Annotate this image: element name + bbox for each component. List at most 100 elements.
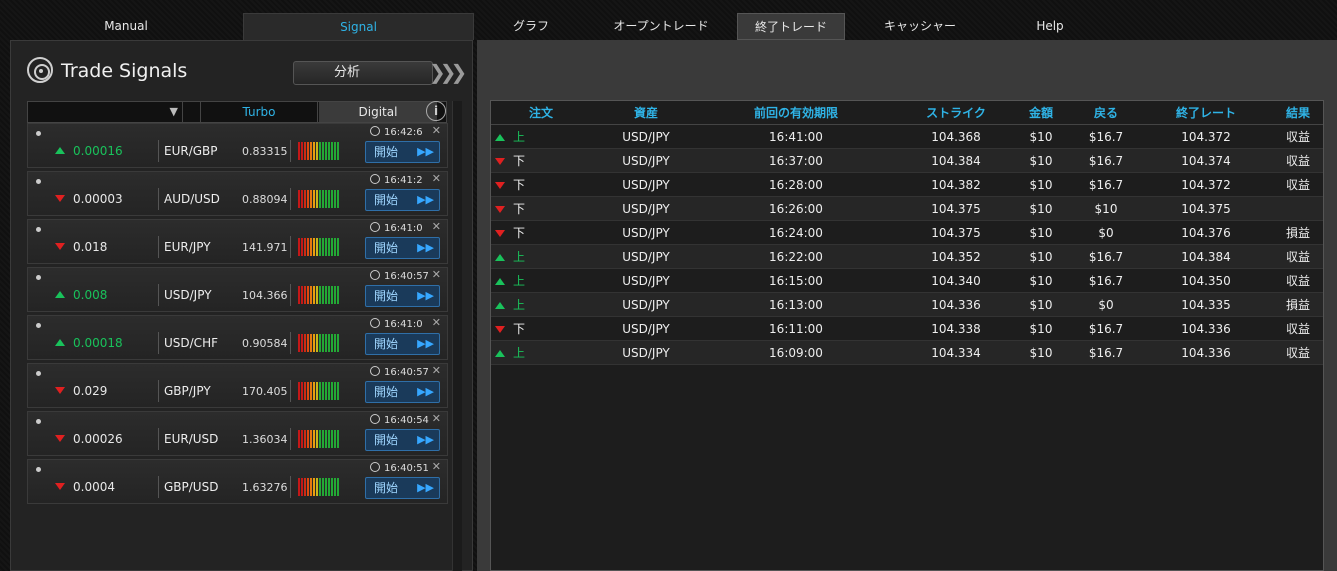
amount-cell: $10	[1029, 346, 1053, 360]
order-cell: 上	[491, 341, 551, 365]
signal-card[interactable]: 16:40:51 ✕ 0.0004 GBP/USD 1.63276 開始 ▶▶	[27, 459, 448, 504]
table-row[interactable]: 上 USD/JPY 16:22:00 104.352 $10 $16.7 104…	[491, 245, 1323, 269]
signal-value: 0.00003	[73, 192, 123, 206]
signal-value: 0.008	[73, 288, 108, 302]
order-direction: 下	[513, 202, 526, 216]
signal-price: 0.83315	[242, 145, 288, 158]
divider	[158, 332, 159, 354]
signal-time: 16:40:54	[370, 414, 429, 426]
trade-signals-panel: Trade Signals 分析 ❯❯❯ ▼ Turbo Digital i 1…	[10, 40, 473, 571]
table-row[interactable]: 上 USD/JPY 16:09:00 104.334 $10 $16.7 104…	[491, 341, 1323, 365]
asset-cell: USD/JPY	[622, 226, 670, 240]
signal-card[interactable]: 16:41:2 ✕ 0.00003 AUD/USD 0.88094 開始 ▶▶	[27, 171, 448, 216]
divider	[158, 140, 159, 162]
start-button[interactable]: 開始 ▶▶	[365, 141, 440, 163]
arrow-up-icon	[55, 339, 65, 346]
info-icon[interactable]: i	[426, 101, 446, 121]
signal-price: 170.405	[242, 385, 288, 398]
strike-cell: 104.375	[931, 226, 981, 240]
asset-filter-dropdown[interactable]: ▼	[28, 102, 183, 122]
signal-card[interactable]: 16:40:54 ✕ 0.00026 EUR/USD 1.36034 開始 ▶▶	[27, 411, 448, 456]
panel-title: Trade Signals	[61, 60, 188, 82]
start-button[interactable]: 開始 ▶▶	[365, 189, 440, 211]
signal-card[interactable]: 16:41:0 ✕ 0.00018 USD/CHF 0.90584 開始 ▶▶	[27, 315, 448, 360]
signal-logo-icon	[27, 57, 53, 83]
order-direction: 上	[513, 130, 526, 144]
tab-signal[interactable]: Signal	[243, 13, 474, 40]
expiry-cell: 16:09:00	[769, 346, 823, 360]
asset-cell: USD/JPY	[622, 130, 670, 144]
scrollbar[interactable]	[452, 101, 462, 571]
signal-time: 16:40:57	[370, 270, 429, 282]
tab-closed-trades[interactable]: 終了トレード	[737, 13, 845, 40]
start-button[interactable]: 開始 ▶▶	[365, 381, 440, 403]
table-row[interactable]: 下 USD/JPY 16:24:00 104.375 $10 $0 104.37…	[491, 221, 1323, 245]
tab-help[interactable]: Help	[1010, 13, 1090, 40]
tab-graph[interactable]: グラフ	[484, 13, 578, 40]
arrow-up-icon	[495, 278, 505, 285]
start-button[interactable]: 開始 ▶▶	[365, 429, 440, 451]
signal-card[interactable]: 16:40:57 ✕ 0.008 USD/JPY 104.366 開始 ▶▶	[27, 267, 448, 312]
start-button[interactable]: 開始 ▶▶	[365, 477, 440, 499]
divider	[290, 428, 291, 450]
table-row[interactable]: 下 USD/JPY 16:28:00 104.382 $10 $16.7 104…	[491, 173, 1323, 197]
order-cell: 上	[491, 245, 551, 269]
signal-value: 0.018	[73, 240, 108, 254]
table-row[interactable]: 下 USD/JPY 16:26:00 104.375 $10 $10 104.3…	[491, 197, 1323, 221]
tab-open-trades[interactable]: オープントレード	[598, 13, 724, 40]
header-strike: ストライク	[926, 106, 986, 120]
return-cell: $16.7	[1088, 178, 1124, 192]
start-button[interactable]: 開始 ▶▶	[365, 237, 440, 259]
close-icon[interactable]: ✕	[432, 460, 441, 473]
arrow-down-icon	[55, 243, 65, 250]
tab-manual[interactable]: Manual	[80, 13, 172, 40]
start-button[interactable]: 開始 ▶▶	[365, 333, 440, 355]
table-row[interactable]: 下 USD/JPY 16:11:00 104.338 $10 $16.7 104…	[491, 317, 1323, 341]
strike-cell: 104.336	[931, 298, 981, 312]
clock-icon	[370, 318, 380, 328]
tab-cashier[interactable]: キャッシャー	[865, 13, 975, 40]
divider	[158, 380, 159, 402]
close-icon[interactable]: ✕	[432, 412, 441, 425]
strength-meter	[298, 382, 352, 400]
signal-value: 0.00016	[73, 144, 123, 158]
play-icon: ▶▶	[417, 385, 434, 398]
close-icon[interactable]: ✕	[432, 220, 441, 233]
close-rate-cell: 104.336	[1181, 322, 1231, 336]
close-icon[interactable]: ✕	[432, 268, 441, 281]
tab-turbo[interactable]: Turbo	[200, 102, 318, 122]
table-row[interactable]: 上 USD/JPY 16:15:00 104.340 $10 $16.7 104…	[491, 269, 1323, 293]
signal-card[interactable]: 16:40:57 ✕ 0.029 GBP/JPY 170.405 開始 ▶▶	[27, 363, 448, 408]
start-button[interactable]: 開始 ▶▶	[365, 285, 440, 307]
order-direction: 上	[513, 274, 526, 288]
order-direction: 下	[513, 226, 526, 240]
closed-trades-panel: 注文 資産 前回の有効期限 ストライク 金額 戻る 終了レート 結果 上 USD…	[477, 40, 1337, 571]
signal-value: 0.029	[73, 384, 108, 398]
strike-cell: 104.352	[931, 250, 981, 264]
divider	[158, 476, 159, 498]
close-icon[interactable]: ✕	[432, 124, 441, 137]
currency-pair: USD/JPY	[164, 288, 212, 302]
tab-digital[interactable]: Digital	[319, 102, 437, 122]
signal-time: 16:41:0	[370, 318, 423, 330]
analysis-button[interactable]: 分析	[293, 61, 433, 85]
result-cell: 収益	[1285, 154, 1310, 168]
table-row[interactable]: 上 USD/JPY 16:13:00 104.336 $10 $0 104.33…	[491, 293, 1323, 317]
signal-card[interactable]: 16:42:6 ✕ 0.00016 EUR/GBP 0.83315 開始 ▶▶	[27, 123, 448, 168]
close-icon[interactable]: ✕	[432, 316, 441, 329]
close-icon[interactable]: ✕	[432, 172, 441, 185]
header-amount: 金額	[1028, 106, 1053, 120]
order-cell: 上	[491, 269, 551, 293]
header-asset: 資産	[633, 106, 658, 120]
order-direction: 上	[513, 250, 526, 264]
header-return: 戻る	[1093, 106, 1118, 120]
play-icon: ▶▶	[417, 337, 434, 350]
signal-price: 104.366	[242, 289, 288, 302]
strength-meter	[298, 430, 352, 448]
table-row[interactable]: 下 USD/JPY 16:37:00 104.384 $10 $16.7 104…	[491, 149, 1323, 173]
return-cell: $0	[1098, 298, 1114, 312]
table-row[interactable]: 上 USD/JPY 16:41:00 104.368 $10 $16.7 104…	[491, 125, 1323, 149]
close-icon[interactable]: ✕	[432, 364, 441, 377]
signal-card[interactable]: 16:41:0 ✕ 0.018 EUR/JPY 141.971 開始 ▶▶	[27, 219, 448, 264]
order-cell: 下	[491, 221, 551, 245]
